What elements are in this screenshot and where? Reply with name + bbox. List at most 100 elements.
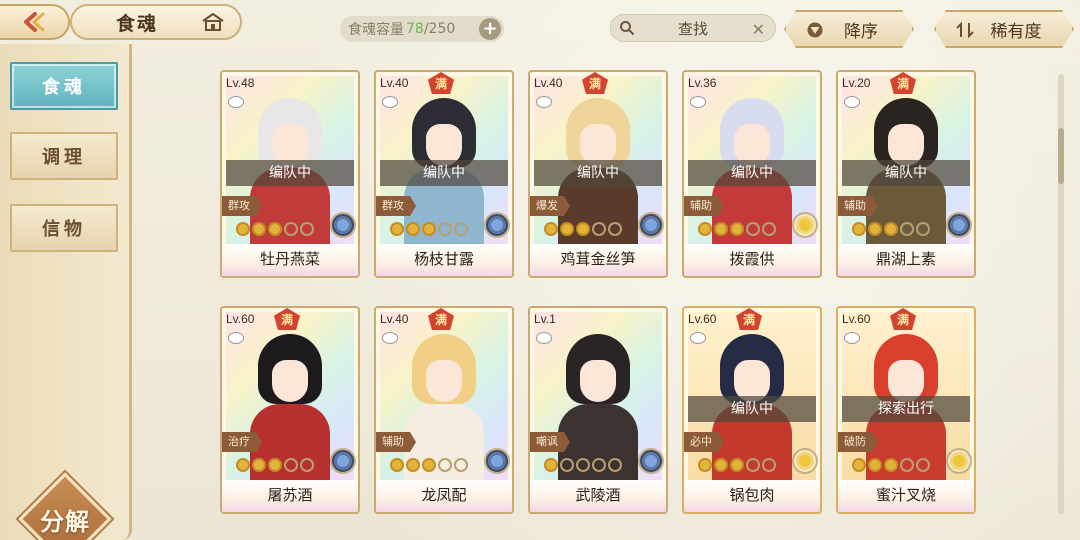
star-icon — [560, 222, 574, 236]
role-tag: 群攻 — [376, 196, 416, 216]
star-icon — [544, 222, 558, 236]
capacity-indicator: 食魂容量 78 /250 + — [340, 16, 504, 42]
star-icon — [592, 458, 606, 472]
food-soul-card[interactable]: Lv.20 满编队中 辅助 鼎湖上素 — [836, 70, 976, 278]
chat-bubble-icon — [228, 96, 244, 108]
food-soul-name: 蜜汁叉烧 — [838, 480, 974, 512]
character-face — [580, 360, 616, 402]
star-rating — [544, 222, 622, 236]
tab-tokens[interactable]: 信物 — [10, 204, 118, 252]
chat-bubble-icon — [382, 332, 398, 344]
role-tag: 嘲讽 — [530, 432, 570, 452]
scrollbar[interactable] — [1058, 74, 1064, 514]
star-rating — [390, 458, 468, 472]
tab-food-souls[interactable]: 食魂 — [10, 62, 118, 110]
star-icon — [576, 222, 590, 236]
swap-arrows-icon — [956, 22, 974, 38]
triangle-down-icon — [806, 22, 824, 38]
star-icon — [714, 458, 728, 472]
element-flower-icon — [946, 212, 972, 238]
food-soul-card[interactable]: Lv.48 编队中 群攻 牡丹燕菜 — [220, 70, 360, 278]
food-soul-card[interactable]: Lv.40 满辅助 龙凤配 — [374, 306, 514, 514]
sort-key-button[interactable]: 稀有度 — [934, 10, 1074, 48]
scrollbar-thumb[interactable] — [1058, 128, 1064, 184]
role-tag: 爆发 — [530, 196, 570, 216]
food-soul-card[interactable]: Lv.1 嘲讽 武陵酒 — [528, 306, 668, 514]
star-icon — [252, 458, 266, 472]
star-icon — [454, 222, 468, 236]
element-flower-icon — [638, 448, 664, 474]
tab-conditioning[interactable]: 调理 — [10, 132, 118, 180]
star-icon — [300, 458, 314, 472]
element-flower-icon — [792, 212, 818, 238]
star-rating — [544, 458, 622, 472]
close-icon[interactable]: ✕ — [752, 20, 765, 39]
role-tag: 群攻 — [222, 196, 262, 216]
level-label: Lv.40 — [380, 76, 409, 90]
star-icon — [730, 458, 744, 472]
star-icon — [762, 458, 776, 472]
food-soul-name: 拨霞供 — [684, 244, 820, 276]
food-soul-card[interactable]: Lv.60 满编队中 必中 锅包肉 — [682, 306, 822, 514]
level-label: Lv.60 — [226, 312, 255, 326]
star-icon — [560, 458, 574, 472]
food-soul-card[interactable]: Lv.36 编队中辅助拨霞供 — [682, 70, 822, 278]
food-soul-card[interactable]: Lv.60 满治疗 屠苏酒 — [220, 306, 360, 514]
star-icon — [900, 222, 914, 236]
status-banner: 编队中 — [380, 160, 508, 186]
star-icon — [544, 458, 558, 472]
status-banner: 编队中 — [534, 160, 662, 186]
status-banner: 编队中 — [226, 160, 354, 186]
star-icon — [746, 222, 760, 236]
character-face — [426, 360, 462, 402]
star-rating — [390, 222, 468, 236]
character-face — [272, 360, 308, 402]
food-soul-card[interactable]: Lv.40 满编队中 爆发 鸡茸金丝笋 — [528, 70, 668, 278]
food-soul-name: 锅包肉 — [684, 480, 820, 512]
star-rating — [236, 458, 314, 472]
role-tag: 辅助 — [684, 196, 724, 216]
food-soul-name: 鼎湖上素 — [838, 244, 974, 276]
star-icon — [714, 222, 728, 236]
decompose-button[interactable]: 分解 — [18, 472, 112, 540]
level-label: Lv.36 — [688, 76, 717, 90]
level-label: Lv.60 — [842, 312, 871, 326]
star-icon — [422, 458, 436, 472]
star-icon — [884, 222, 898, 236]
top-bar: 食魂 食魂容量 78 /250 + 查找 ✕ 降序 稀有度 — [0, 0, 1080, 56]
star-icon — [576, 458, 590, 472]
status-banner: 探索出行 — [842, 396, 970, 422]
add-capacity-button[interactable]: + — [479, 18, 501, 40]
status-banner: 编队中 — [688, 160, 816, 186]
food-soul-card[interactable]: Lv.40 满编队中 群攻 杨枝甘露 — [374, 70, 514, 278]
star-icon — [762, 222, 776, 236]
star-icon — [592, 222, 606, 236]
star-icon — [916, 222, 930, 236]
chat-bubble-icon — [228, 332, 244, 344]
star-icon — [730, 222, 744, 236]
sort-order-button[interactable]: 降序 — [784, 10, 914, 48]
food-soul-name: 屠苏酒 — [222, 480, 358, 512]
back-arrow-icon — [24, 12, 45, 32]
page-title-plate: 食魂 — [70, 4, 242, 40]
star-rating — [852, 222, 930, 236]
tab-label: 食魂 — [42, 77, 86, 98]
chat-bubble-icon — [382, 96, 398, 108]
star-icon — [284, 458, 298, 472]
food-soul-card[interactable]: Lv.60 满探索出行 破防 蜜汁叉烧 — [836, 306, 976, 514]
star-icon — [852, 222, 866, 236]
chat-bubble-icon — [844, 332, 860, 344]
chat-bubble-icon — [690, 332, 706, 344]
star-icon — [236, 458, 250, 472]
back-button[interactable] — [0, 4, 70, 40]
role-tag: 破防 — [838, 432, 878, 452]
search-input[interactable]: 查找 ✕ — [610, 14, 776, 42]
chat-bubble-icon — [536, 332, 552, 344]
home-icon[interactable] — [202, 13, 224, 31]
status-banner: 编队中 — [842, 160, 970, 186]
element-flower-icon — [330, 212, 356, 238]
level-label: Lv.1 — [534, 312, 556, 326]
star-icon — [284, 222, 298, 236]
search-placeholder: 查找 — [677, 19, 708, 38]
level-label: Lv.48 — [226, 76, 255, 90]
